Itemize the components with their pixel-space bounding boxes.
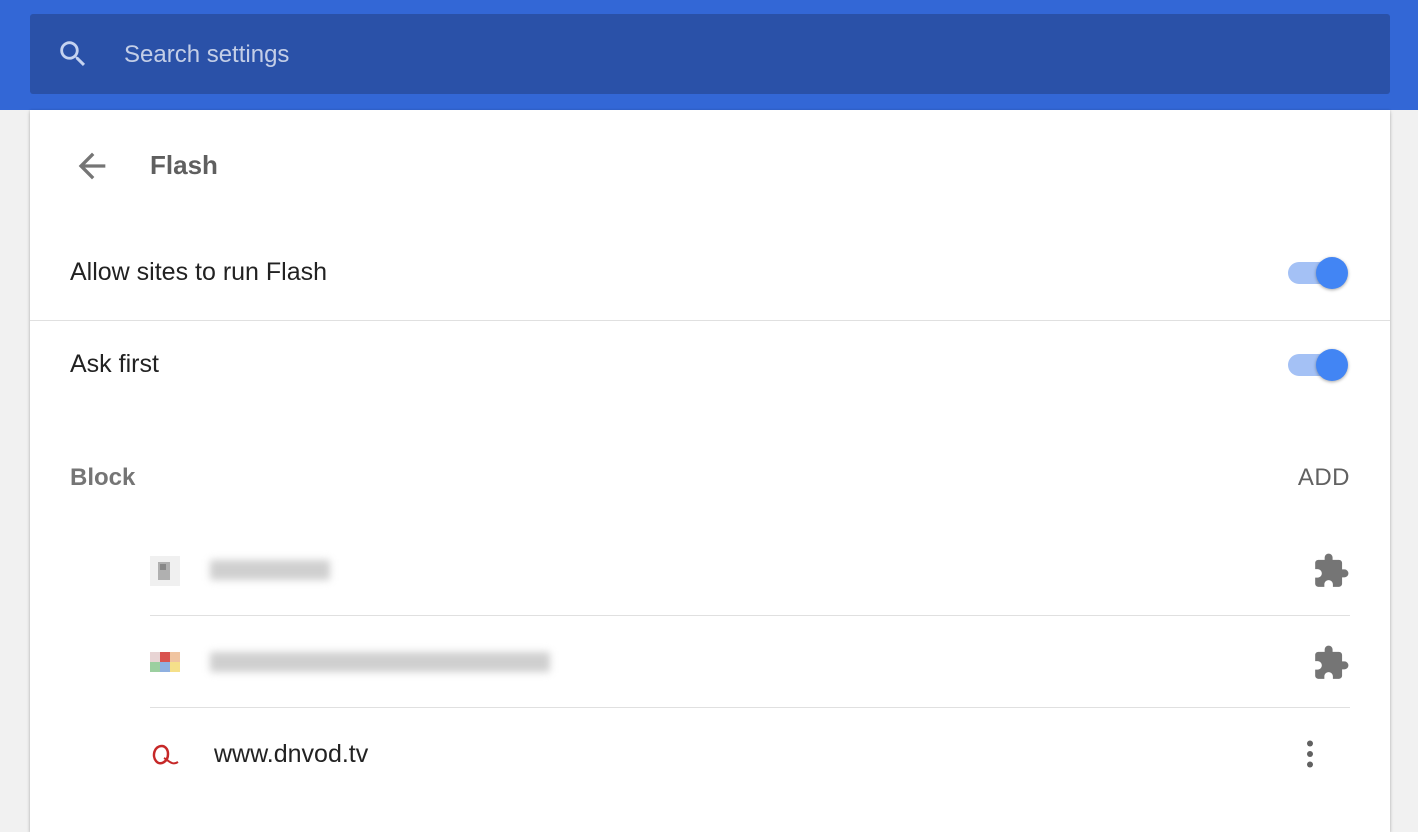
toggle-knob [1316,349,1348,381]
back-arrow-icon[interactable] [72,146,112,186]
site-row [150,524,1350,616]
puzzle-icon [1315,645,1349,679]
puzzle-icon [1315,553,1349,587]
settings-card: Flash Allow sites to run Flash Ask first… [30,110,1390,832]
site-name-blurred [210,560,330,580]
add-button[interactable]: ADD [1298,464,1350,492]
site-favicon [150,652,180,672]
block-section-header: Block [70,464,136,491]
dnvod-favicon [152,744,179,765]
search-input[interactable] [122,29,1326,81]
setting-row-allow-flash[interactable]: Allow sites to run Flash [30,228,1390,320]
page-title: Flash [150,150,218,180]
setting-row-ask-first[interactable]: Ask first [30,320,1390,412]
site-row: www.dnvod.tv [150,708,1350,800]
top-bar [0,0,1418,110]
site-row [150,616,1350,708]
site-name-blurred [210,652,550,672]
more-vert-icon[interactable] [1292,736,1328,772]
allow-flash-toggle[interactable] [1288,256,1348,290]
site-name: www.dnvod.tv [214,740,369,768]
ask-first-toggle[interactable] [1288,348,1348,382]
search-box[interactable] [30,14,1390,94]
toggle-knob [1316,257,1348,289]
search-icon[interactable] [56,37,90,71]
site-favicon [150,556,180,586]
setting-label: Ask first [70,350,159,378]
setting-label: Allow sites to run Flash [70,258,328,286]
